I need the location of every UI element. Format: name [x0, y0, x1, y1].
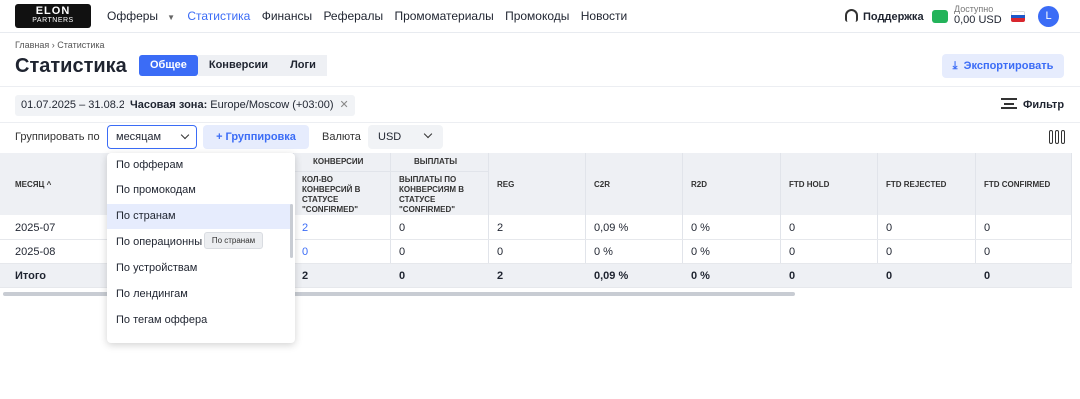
- table-cell: 0: [399, 270, 406, 282]
- tooltip: По странам: [204, 232, 263, 249]
- column-header-r2d[interactable]: R2D: [691, 180, 707, 190]
- logo-subtext: PARTNERS: [32, 17, 74, 24]
- tab-logs[interactable]: Логи: [279, 55, 327, 76]
- headset-icon: [845, 9, 858, 22]
- column-group-conversions: Конверсии: [313, 157, 364, 166]
- table-cell: 2: [497, 222, 504, 234]
- group-by-dropdown: По офферам По промокодам По странам По о…: [107, 153, 295, 343]
- table-cell: 2: [302, 270, 309, 282]
- divider: [0, 122, 1080, 123]
- column-header-ftd-hold[interactable]: FTD HOLD: [789, 180, 829, 190]
- table-cell-link[interactable]: 2: [302, 222, 308, 234]
- divider: [0, 86, 1080, 87]
- table-cell: 0: [789, 222, 796, 234]
- nav-promocodes[interactable]: Промокоды: [505, 9, 569, 23]
- group-by-value: месяцам: [116, 131, 162, 143]
- wallet-icon: [932, 10, 948, 23]
- table-cell: 0: [886, 222, 893, 234]
- table-cell: 2025-08: [15, 246, 56, 258]
- table-cell: 0: [886, 270, 893, 282]
- dropdown-option-landings[interactable]: По лендингам: [107, 282, 291, 307]
- columns-icon[interactable]: [1049, 130, 1065, 144]
- export-button[interactable]: ⤓ Экспортировать: [942, 54, 1064, 78]
- table-cell: 0,09 %: [594, 222, 629, 234]
- dropdown-option-os[interactable]: По операционны: [107, 230, 291, 255]
- table-cell: 0: [789, 246, 796, 258]
- column-header-confirmed-count[interactable]: Кол-во конверсий в статусе "confirmed": [302, 175, 384, 215]
- column-header-ftd-confirmed[interactable]: FTD CONFIRMED: [984, 180, 1050, 190]
- nav-offers[interactable]: Офферы: [107, 9, 158, 23]
- dropdown-option-devices[interactable]: По устройствам: [107, 256, 291, 281]
- tab-general[interactable]: Общее: [139, 55, 198, 76]
- nav-statistics[interactable]: Статистика: [187, 9, 250, 23]
- logo-text: ELON: [35, 5, 71, 17]
- balance-label: Доступно: [954, 4, 994, 14]
- table-cell: 0 %: [691, 246, 710, 258]
- dropdown-scrollbar[interactable]: [290, 204, 293, 258]
- filter-label: Фильтр: [1023, 99, 1065, 111]
- table-cell: 0: [984, 246, 991, 258]
- currency-label: Валюта: [322, 131, 361, 143]
- add-grouping-button[interactable]: + Группировка: [203, 125, 309, 149]
- column-header-ftd-rejected[interactable]: FTD REJECTED: [886, 180, 946, 190]
- tab-conversions[interactable]: Конверсии: [197, 55, 280, 76]
- chevron-down-icon: [423, 129, 433, 139]
- column-header-reg[interactable]: REG: [497, 180, 514, 190]
- table-cell: 2: [497, 270, 504, 282]
- table-cell-link[interactable]: 0: [302, 246, 308, 258]
- group-by-label: Группировать по: [15, 131, 100, 143]
- filter-icon: [1001, 98, 1017, 109]
- dropdown-option-countries[interactable]: По странам: [107, 204, 291, 229]
- chevron-down-icon: ▼: [167, 13, 175, 22]
- chevron-down-icon: [180, 130, 190, 140]
- table-cell: 0: [399, 246, 406, 258]
- dropdown-option-offers[interactable]: По офферам: [107, 153, 291, 178]
- column-header-month[interactable]: Месяц ^: [15, 180, 51, 190]
- nav-promo-materials[interactable]: Промоматериалы: [394, 9, 493, 23]
- timezone-filter-chip[interactable]: Часовая зона: Europe/Moscow (+03:00) ✕: [124, 95, 355, 116]
- main-nav: Офферы ▼ Статистика Финансы Рефералы Пром…: [107, 9, 635, 23]
- avatar[interactable]: L: [1038, 6, 1059, 27]
- balance-value: 0,00 USD: [954, 14, 1002, 26]
- breadcrumb: Главная › Статистика: [15, 40, 105, 50]
- dropdown-option-offer-tags[interactable]: По тегам оффера: [107, 308, 291, 333]
- language-flag-icon[interactable]: [1011, 11, 1025, 22]
- column-header-confirmed-payouts[interactable]: Выплаты по конверсиям в статусе "confirm…: [399, 175, 483, 215]
- stat-tabs: Общее Конверсии Логи: [139, 55, 327, 76]
- balance: Доступно 0,00 USD: [954, 4, 1002, 26]
- table-cell: 0,09 %: [594, 270, 629, 282]
- table-cell: 0: [984, 222, 991, 234]
- nav-news[interactable]: Новости: [581, 9, 627, 23]
- table-cell: 0: [497, 246, 504, 258]
- nav-referrals[interactable]: Рефералы: [323, 9, 383, 23]
- timezone-value: Europe/Moscow (+03:00): [210, 99, 334, 111]
- timezone-label: Часовая зона:: [130, 99, 208, 111]
- table-cell: 2025-07: [15, 222, 56, 234]
- close-icon[interactable]: ✕: [340, 99, 349, 111]
- support-link[interactable]: Поддержка: [845, 9, 924, 23]
- column-header-c2r[interactable]: C2R: [594, 180, 610, 190]
- top-navbar: ELON PARTNERS Офферы ▼ Статистика Финансы…: [0, 0, 1080, 33]
- table-cell: 0: [886, 246, 893, 258]
- table-cell: 0 %: [691, 222, 710, 234]
- dropdown-option-promocodes[interactable]: По промокодам: [107, 178, 291, 203]
- logo[interactable]: ELON PARTNERS: [15, 4, 91, 28]
- table-cell: 0: [399, 222, 406, 234]
- nav-finance[interactable]: Финансы: [262, 9, 312, 23]
- currency-select[interactable]: USD: [368, 125, 443, 149]
- table-cell: 0 %: [691, 270, 710, 282]
- export-label: Экспортировать: [963, 60, 1054, 72]
- table-cell: 0: [984, 270, 991, 282]
- table-cell: 0 %: [594, 246, 613, 258]
- page-title: Статистика: [15, 55, 127, 77]
- download-icon: ⤓: [952, 60, 958, 72]
- group-by-select[interactable]: месяцам: [107, 125, 197, 149]
- support-label: Поддержка: [863, 11, 924, 23]
- currency-value: USD: [378, 131, 402, 143]
- table-cell: 0: [789, 270, 796, 282]
- filter-button[interactable]: Фильтр: [1001, 98, 1064, 111]
- table-cell: Итого: [15, 270, 47, 282]
- column-group-payouts: Выплаты: [414, 157, 458, 166]
